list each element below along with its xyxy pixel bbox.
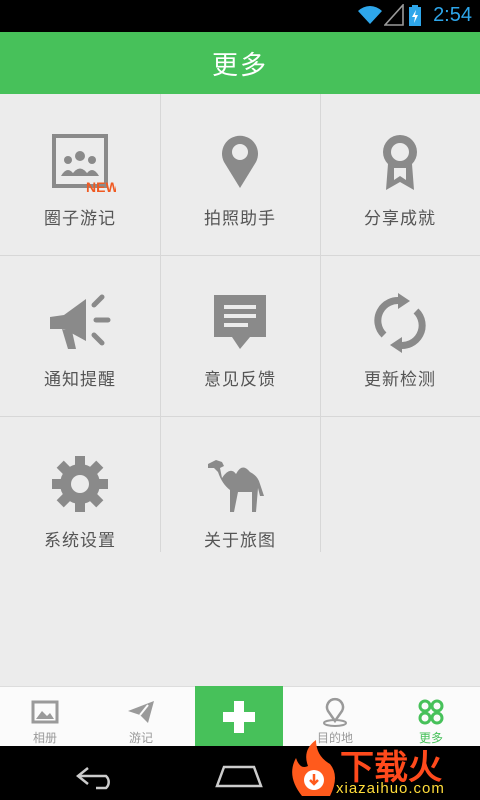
paper-plane-icon [128, 701, 154, 723]
watermark-url: xiazaihuo.com [336, 780, 445, 797]
grid-item-label: 系统设置 [44, 531, 116, 551]
header-bar: 更多 [0, 32, 480, 94]
status-bar [0, 0, 480, 32]
location-pin-icon [222, 135, 258, 188]
grid-item-share-achievement[interactable]: 分享成就 [320, 94, 480, 255]
grid-item-check-update[interactable]: 更新检测 [320, 255, 480, 416]
grid-item-feedback[interactable]: 意见反馈 [160, 255, 320, 416]
grid-item-label: 圈子游记 [44, 209, 116, 229]
grid-item-label: 关于旅图 [204, 531, 276, 551]
gear-icon [52, 456, 108, 512]
tab-label: 相册 [32, 731, 57, 745]
plus-icon [223, 701, 255, 733]
feedback-message-icon [214, 295, 266, 349]
page-title: 更多 [211, 50, 268, 81]
photo-album-icon [31, 700, 59, 724]
back-icon[interactable] [74, 764, 122, 790]
medal-icon [383, 135, 417, 190]
grid-item-label: 更新检测 [364, 370, 436, 390]
add-button[interactable] [195, 686, 283, 746]
grid-item-system-settings[interactable]: 系统设置 [0, 416, 160, 577]
grid-item-notifications[interactable]: 通知提醒 [0, 255, 160, 416]
grid-item-label: 分享成就 [364, 209, 436, 229]
home-icon[interactable] [214, 764, 264, 788]
signal-icon [384, 4, 404, 26]
megaphone-icon [50, 294, 111, 349]
group-journal-icon: NEW [52, 134, 116, 194]
grid-item-circle-journal[interactable]: NEW 圈子游记 [0, 94, 160, 255]
grid-item-photo-assistant[interactable]: 拍照助手 [160, 94, 320, 255]
destination-pin-icon [323, 697, 347, 727]
camel-icon [208, 460, 264, 512]
grid-item-label: 通知提醒 [44, 370, 116, 390]
refresh-icon [374, 293, 426, 353]
grid-item-label: 拍照助手 [204, 209, 276, 229]
wifi-icon [358, 6, 382, 24]
tab-journal[interactable]: 游记 [96, 687, 186, 747]
battery-icon [409, 5, 421, 26]
tab-label: 游记 [128, 731, 153, 745]
grid-item-label: 意见反馈 [204, 370, 276, 390]
new-badge: NEW [86, 179, 116, 194]
grid-item-about[interactable]: 关于旅图 [160, 416, 320, 577]
more-grid-icon [418, 699, 444, 725]
tab-album[interactable]: 相册 [0, 687, 90, 747]
status-time: 2:54 [433, 4, 472, 26]
